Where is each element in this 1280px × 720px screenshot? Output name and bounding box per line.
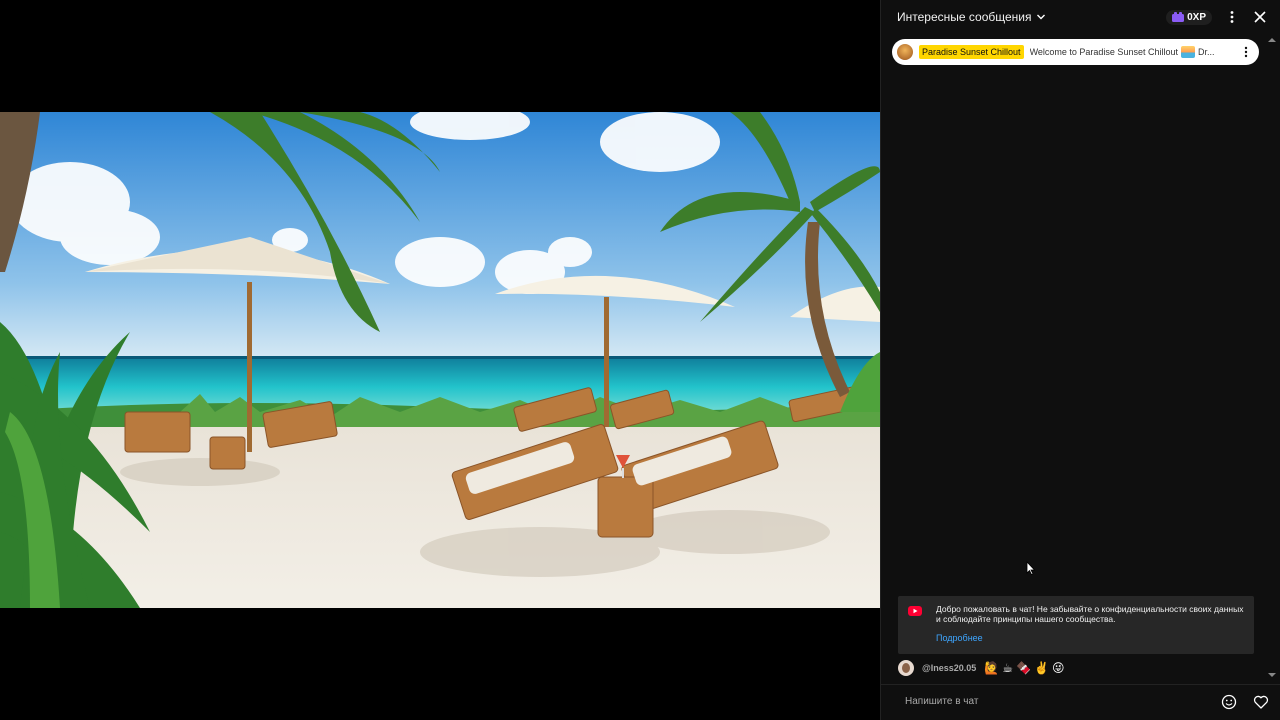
video-player[interactable]	[0, 0, 880, 720]
scroll-up-icon[interactable]	[1268, 36, 1276, 44]
close-chat-button[interactable]	[1252, 9, 1268, 25]
message-author[interactable]: @Iness20.05	[922, 663, 976, 673]
live-chat-panel: Интересные сообщения 0XP Paradise Sunset…	[880, 0, 1280, 720]
learn-more-link[interactable]: Подробнее	[936, 633, 1244, 643]
welcome-notice: Добро пожаловать в чат! Не забывайте о к…	[898, 596, 1254, 654]
youtube-icon	[908, 606, 922, 616]
chat-input[interactable]	[905, 696, 1221, 707]
chat-mode-label: Интересные сообщения	[897, 10, 1032, 24]
sunset-emoji-icon	[1180, 46, 1195, 58]
pinned-channel-name: Paradise Sunset Chillout	[919, 45, 1024, 59]
emoji-icon	[1221, 694, 1237, 709]
chat-message[interactable]: @Iness20.05 🙋 ☕ 🍫 ✌️ 😜	[898, 659, 1064, 677]
scroll-down-icon[interactable]	[1268, 671, 1276, 679]
message-emoji: 🍫	[1016, 661, 1031, 675]
heart-icon	[1253, 695, 1269, 709]
xp-icon	[1172, 12, 1185, 22]
mouse-cursor-icon	[1026, 561, 1036, 575]
pinned-message-text: Welcome to Paradise Sunset Chillout Dr..…	[1030, 46, 1233, 58]
avatar[interactable]	[898, 660, 914, 676]
more-vert-icon	[1230, 11, 1234, 23]
channel-avatar	[897, 44, 913, 60]
message-emoji: ✌️	[1033, 661, 1049, 675]
chat-mode-dropdown[interactable]: Интересные сообщения	[897, 10, 1046, 24]
message-emoji: 🙋	[984, 661, 1000, 675]
pinned-message-tail: Dr...	[1197, 47, 1215, 57]
chevron-down-icon	[1036, 14, 1045, 20]
close-icon	[1254, 11, 1266, 23]
beach-scene-image	[0, 112, 880, 608]
chat-input-bar	[881, 684, 1280, 718]
welcome-notice-text: Добро пожаловать в чат! Не забывайте о к…	[936, 604, 1244, 624]
chat-header: Интересные сообщения 0XP	[881, 0, 1280, 34]
xp-label: 0XP	[1187, 11, 1206, 23]
more-options-button[interactable]	[1224, 9, 1240, 25]
pinned-message-body: Welcome to Paradise Sunset Chillout	[1029, 47, 1178, 57]
message-emojis: 🙋 ☕ 🍫 ✌️ 😜	[984, 661, 1064, 675]
xp-badge[interactable]: 0XP	[1166, 9, 1212, 25]
pinned-message[interactable]: Paradise Sunset Chillout Welcome to Para…	[892, 39, 1259, 65]
message-emoji: ☕	[1002, 661, 1014, 675]
emoji-button[interactable]	[1221, 694, 1237, 710]
heart-button[interactable]	[1253, 694, 1269, 710]
pinned-more-icon[interactable]	[1239, 45, 1253, 59]
video-frame[interactable]	[0, 112, 880, 608]
message-emoji: 😜	[1051, 661, 1065, 675]
